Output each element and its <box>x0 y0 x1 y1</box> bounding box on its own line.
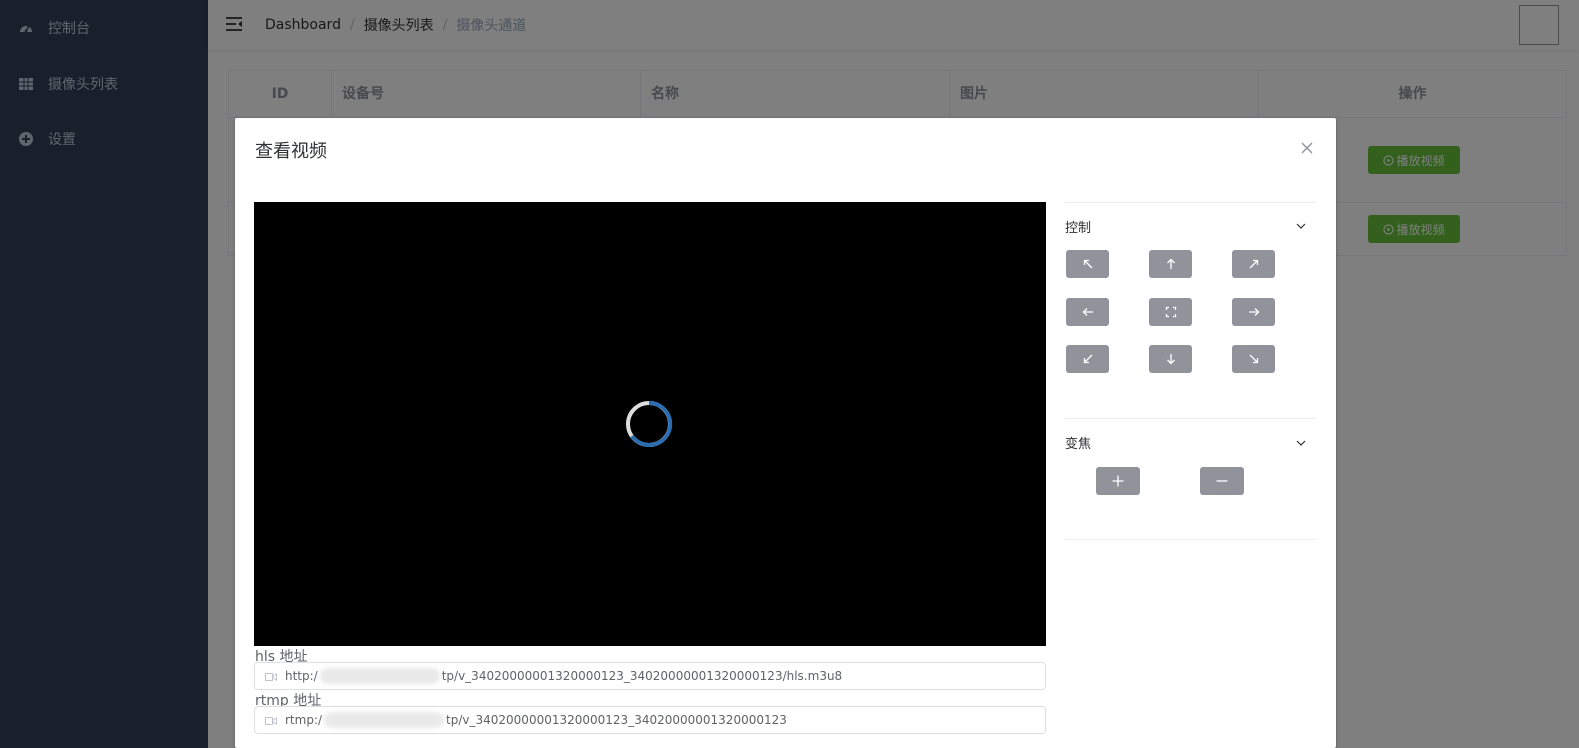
zoom-out-button[interactable] <box>1200 467 1244 495</box>
arrow-up-left-icon <box>1083 259 1092 269</box>
arrow-down-left-icon <box>1083 354 1092 364</box>
redacted-host <box>324 712 445 728</box>
arrow-up-right-icon <box>1249 259 1258 269</box>
control-panel-title[interactable]: 控制 <box>1065 217 1091 236</box>
ptz-left-button[interactable] <box>1066 298 1109 326</box>
ptz-up-left-button[interactable] <box>1066 250 1109 278</box>
loading-spinner-icon <box>626 400 673 447</box>
collapse-divider <box>1065 418 1316 419</box>
arrow-up-icon <box>1166 258 1175 269</box>
ptz-down-button[interactable] <box>1149 345 1192 373</box>
video-player[interactable] <box>254 202 1046 646</box>
arrow-down-icon <box>1166 354 1175 365</box>
rtmp-address-input[interactable]: rtmp:/ tp/v_34020000001320000123_34020000… <box>254 706 1046 734</box>
plus-icon <box>1112 475 1124 487</box>
minus-icon <box>1216 480 1228 482</box>
ptz-center-button[interactable] <box>1149 298 1192 326</box>
ptz-up-button[interactable] <box>1149 250 1192 278</box>
arrow-down-right-icon <box>1249 354 1258 364</box>
arrow-right-icon <box>1248 308 1259 316</box>
fullscreen-icon <box>1165 306 1176 318</box>
chevron-down-icon[interactable] <box>1295 220 1307 232</box>
collapse-divider <box>1065 202 1316 203</box>
hls-address-input[interactable]: http:/ tp/v_34020000001320000123_34020000… <box>254 662 1046 690</box>
rtmp-address-suffix: tp/v_34020000001320000123_34020000001320… <box>446 713 787 727</box>
ptz-down-right-button[interactable] <box>1232 345 1275 373</box>
collapse-divider <box>1065 539 1316 540</box>
rtmp-address-prefix: rtmp:/ <box>285 713 323 727</box>
video-camera-icon <box>265 671 277 681</box>
arrow-left-icon <box>1082 308 1093 316</box>
video-camera-icon <box>265 715 277 725</box>
dialog-title: 查看视频 <box>255 141 327 162</box>
hls-address-prefix: http:/ <box>285 669 318 683</box>
chevron-down-icon[interactable] <box>1295 437 1307 449</box>
zoom-in-button[interactable] <box>1096 467 1140 495</box>
ptz-down-left-button[interactable] <box>1066 345 1109 373</box>
hls-address-suffix: tp/v_34020000001320000123_34020000001320… <box>441 669 843 683</box>
zoom-panel-title[interactable]: 变焦 <box>1065 433 1091 452</box>
ptz-up-right-button[interactable] <box>1232 250 1275 278</box>
close-icon[interactable] <box>1299 140 1315 156</box>
view-video-dialog: 查看视频 hls 地址 http:/tp/v_34020000001320000… <box>235 118 1336 748</box>
redacted-host <box>319 668 440 684</box>
ptz-right-button[interactable] <box>1232 298 1275 326</box>
